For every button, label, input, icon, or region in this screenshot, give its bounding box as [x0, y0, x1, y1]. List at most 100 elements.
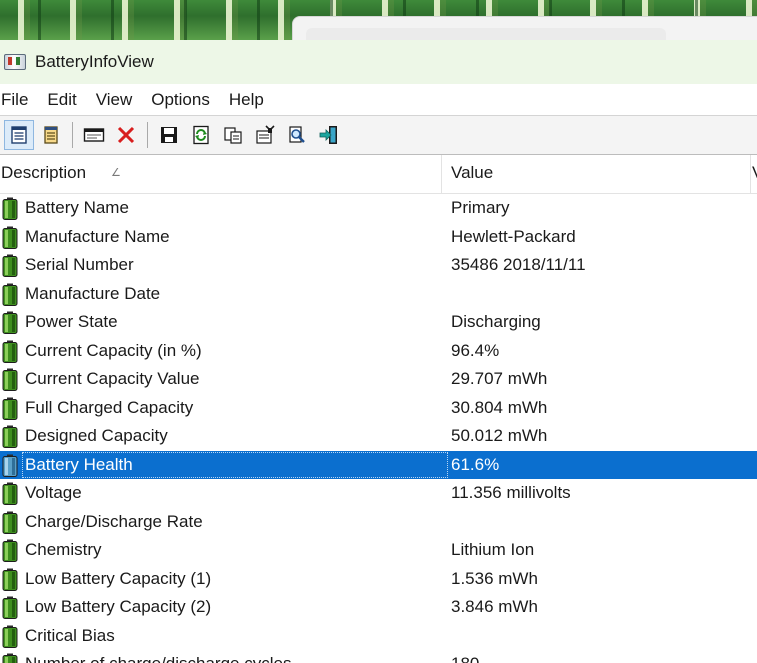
toolbar-separator: [72, 122, 73, 148]
menu-options[interactable]: Options: [150, 84, 211, 115]
table-row[interactable]: Low Battery Capacity (2) 3.846 mWh: [0, 593, 757, 622]
description-cell: Charge/Discharge Rate: [25, 511, 203, 531]
description-cell: Number of charge/discharge cycles: [25, 650, 291, 663]
toolbar: [0, 115, 757, 155]
menu-bar: File Edit View Options Help: [0, 84, 757, 115]
value-cell: 180: [451, 650, 479, 663]
table-row[interactable]: Current Capacity (in %) 96.4%: [0, 337, 757, 366]
save-icon: [161, 127, 177, 143]
menu-file[interactable]: File: [0, 84, 29, 115]
table-row[interactable]: Current Capacity Value 29.707 mWh: [0, 365, 757, 394]
battery-icon: [2, 425, 18, 453]
value-cell: 96.4%: [451, 340, 500, 360]
value-cell: 1.536 mWh: [451, 568, 538, 588]
battery-icon: [2, 340, 18, 368]
value-cell: 29.707 mWh: [451, 369, 548, 388]
screen: BatteryInfoView File Edit View Options H…: [0, 0, 757, 663]
battery-icon: [2, 511, 18, 539]
column-header-description-label: Description: [1, 163, 87, 182]
value-cell: 50.012 mWh: [451, 426, 548, 445]
main-window: BatteryInfoView File Edit View Options H…: [0, 40, 757, 663]
value-cell: 3.846 mWh: [451, 597, 538, 616]
table-row[interactable]: Full Charged Capacity 30.804 mWh: [0, 394, 757, 423]
description-cell: Manufacture Date: [25, 283, 161, 303]
description-cell: Designed Capacity: [25, 426, 168, 445]
battery-icon: [2, 539, 18, 567]
table-row[interactable]: Designed Capacity 50.012 mWh: [0, 422, 757, 451]
exit-button[interactable]: [314, 120, 344, 150]
value-cell: Lithium Ion: [451, 540, 535, 559]
battery-icon: [2, 226, 18, 254]
battery-icon: [2, 568, 18, 596]
window-title: BatteryInfoView: [35, 52, 154, 71]
battery-app-icon: [4, 54, 26, 70]
description-cell: Current Capacity Value: [25, 369, 200, 388]
window-icon: [83, 128, 105, 142]
battery-icon: [2, 397, 18, 425]
description-cell: Battery Name: [25, 198, 129, 217]
battery-icon: [2, 625, 18, 653]
description-cell: Full Charged Capacity: [25, 397, 194, 417]
description-cell: Low Battery Capacity (2): [25, 597, 212, 616]
exit-icon: [319, 126, 337, 144]
table-row[interactable]: Manufacture Name Hewlett-Packard: [0, 223, 757, 252]
battery-icon: [2, 283, 18, 311]
description-cell: Manufacture Name: [25, 226, 170, 246]
table-row[interactable]: Charge/Discharge Rate: [0, 508, 757, 537]
toolbar-separator: [147, 122, 148, 148]
table-row[interactable]: Critical Bias: [0, 622, 757, 651]
table-row[interactable]: Serial Number 35486 2018/11/11: [0, 251, 757, 280]
menu-view[interactable]: View: [95, 84, 134, 115]
html-report-button[interactable]: [250, 120, 280, 150]
battery-icon: [2, 482, 18, 510]
value-cell: 35486 2018/11/11: [451, 255, 586, 274]
description-cell: Voltage: [25, 483, 82, 502]
find-icon: [289, 126, 305, 143]
description-cell: Serial Number: [25, 255, 134, 274]
description-cell: Current Capacity (in %): [25, 340, 202, 360]
description-cell: Battery Health: [25, 454, 133, 474]
notes-icon: [44, 126, 58, 144]
delete-button[interactable]: [111, 120, 141, 150]
html-window-button[interactable]: [79, 120, 109, 150]
value-cell: Discharging: [451, 312, 541, 331]
table-row[interactable]: Power State Discharging: [0, 308, 757, 337]
properties-button[interactable]: [4, 120, 34, 150]
refresh-button[interactable]: [186, 120, 216, 150]
save-button[interactable]: [154, 120, 184, 150]
table-row[interactable]: Number of charge/discharge cycles 180: [0, 650, 757, 663]
html-report-icon: [256, 125, 275, 144]
table-header: Description ∠ Value V: [0, 155, 757, 194]
table-row[interactable]: Manufacture Date: [0, 280, 757, 309]
properties-icon: [11, 126, 27, 144]
value-cell: Primary: [451, 198, 510, 217]
title-bar[interactable]: BatteryInfoView: [0, 40, 757, 84]
table-body: Battery Name Primary Manufacture Name Hewle…: [0, 194, 757, 663]
battery-icon: [2, 454, 18, 482]
value-cell: 61.6%: [451, 454, 500, 474]
column-header-value[interactable]: Value: [441, 155, 750, 193]
description-cell: Power State: [25, 312, 118, 331]
battery-icon: [2, 368, 18, 396]
menu-edit[interactable]: Edit: [46, 84, 77, 115]
copy-icon: [224, 127, 242, 144]
table-row[interactable]: Battery Name Primary: [0, 194, 757, 223]
battery-icon: [2, 311, 18, 339]
sort-indicator-icon: ∠: [111, 167, 121, 179]
table-row[interactable]: Chemistry Lithium Ion: [0, 536, 757, 565]
column-header-extra[interactable]: V: [750, 155, 757, 193]
table-row[interactable]: Low Battery Capacity (1) 1.536 mWh: [0, 565, 757, 594]
notes-button[interactable]: [36, 120, 66, 150]
delete-icon: [117, 126, 135, 144]
value-cell: 30.804 mWh: [451, 397, 548, 417]
table-row[interactable]: Battery Health 61.6%: [0, 450, 757, 482]
value-cell: 11.356 millivolts: [451, 483, 571, 502]
battery-icon: [2, 653, 18, 663]
copy-button[interactable]: [218, 120, 248, 150]
menu-help[interactable]: Help: [228, 84, 265, 115]
battery-icon: [2, 596, 18, 624]
battery-icon: [2, 254, 18, 282]
table-row[interactable]: Voltage 11.356 millivolts: [0, 479, 757, 508]
find-button[interactable]: [282, 120, 312, 150]
column-header-description[interactable]: Description ∠: [1, 155, 440, 193]
